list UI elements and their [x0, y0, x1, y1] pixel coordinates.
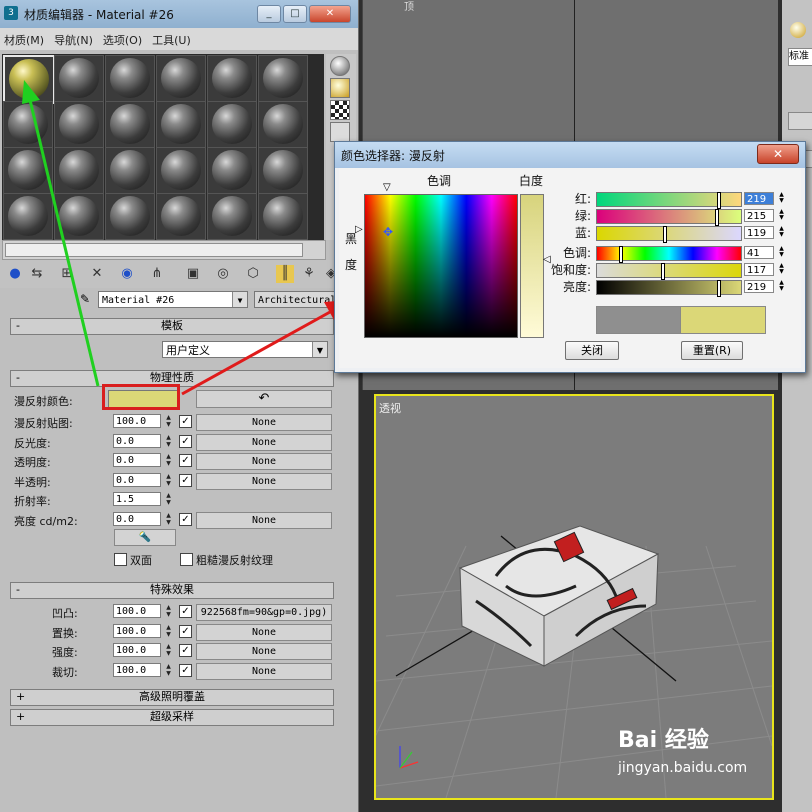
slider-handle[interactable]: [715, 209, 719, 226]
rgb-label: 绿:: [574, 209, 591, 223]
rgb-label: 蓝:: [574, 226, 591, 240]
color-picker-close-button[interactable]: ✕: [757, 144, 799, 164]
whiteness-label: 白度: [519, 174, 544, 188]
color-picker-dialog: 颜色选择器: 漫反射 ✕ 色调 白度 ▽ 黑 度 ▷ ✥ ◁ 红: 219 ▲ ▼ 绿:…: [334, 141, 806, 373]
hsv-slider[interactable]: [596, 280, 742, 297]
hsv-label: 亮度:: [562, 280, 591, 294]
slider-handle[interactable]: [663, 226, 667, 243]
original-color-swatch: [596, 306, 682, 334]
color-picker-title: 颜色选择器: 漫反射: [341, 149, 445, 163]
slider-handle[interactable]: [717, 192, 721, 209]
hsv-slider[interactable]: [596, 263, 742, 280]
spinner-arrows-icon[interactable]: ▲ ▼: [777, 209, 786, 222]
spinner-arrows-icon[interactable]: ▲ ▼: [777, 280, 786, 293]
hsv-value-field[interactable]: 41: [744, 246, 774, 259]
reset-button[interactable]: 重置(R): [681, 341, 743, 360]
rgb-value-field[interactable]: 215: [744, 209, 774, 222]
blackness-indicator-icon[interactable]: ▷: [355, 224, 363, 235]
rgb-label: 红:: [574, 192, 591, 206]
hsv-slider[interactable]: [596, 246, 742, 263]
rgb-value-field[interactable]: 219: [744, 192, 774, 205]
rgb-slider[interactable]: [596, 209, 742, 226]
rgb-slider[interactable]: [596, 192, 742, 209]
whiteness-indicator-icon[interactable]: ◁: [543, 254, 551, 265]
hsv-label: 色调:: [562, 246, 591, 260]
hsv-value-field[interactable]: 117: [744, 263, 774, 276]
close-button[interactable]: 关闭: [565, 341, 619, 360]
blackness-label-bottom: 度: [345, 258, 358, 272]
slider-handle[interactable]: [619, 246, 623, 263]
rgb-slider[interactable]: [596, 226, 742, 243]
color-cursor-icon: ✥: [383, 225, 394, 239]
spinner-arrows-icon[interactable]: ▲ ▼: [777, 263, 786, 276]
whiteness-bar[interactable]: [520, 194, 544, 338]
hue-blackness-field[interactable]: ✥: [364, 194, 518, 338]
hue-indicator-icon[interactable]: ▽: [383, 182, 391, 193]
spinner-arrows-icon[interactable]: ▲ ▼: [777, 226, 786, 239]
new-color-swatch: [680, 306, 766, 334]
hue-label: 色调: [427, 174, 452, 188]
hsv-value-field[interactable]: 219: [744, 280, 774, 293]
slider-handle[interactable]: [717, 280, 721, 297]
rgb-value-field[interactable]: 119: [744, 226, 774, 239]
spinner-arrows-icon[interactable]: ▲ ▼: [777, 246, 786, 259]
slider-handle[interactable]: [661, 263, 665, 280]
annotation-arrows: [22, 80, 350, 396]
spinner-arrows-icon[interactable]: ▲ ▼: [777, 192, 786, 205]
color-picker-title-bar[interactable]: 颜色选择器: 漫反射 ✕: [335, 142, 805, 168]
hsv-label: 饱和度:: [550, 263, 591, 277]
